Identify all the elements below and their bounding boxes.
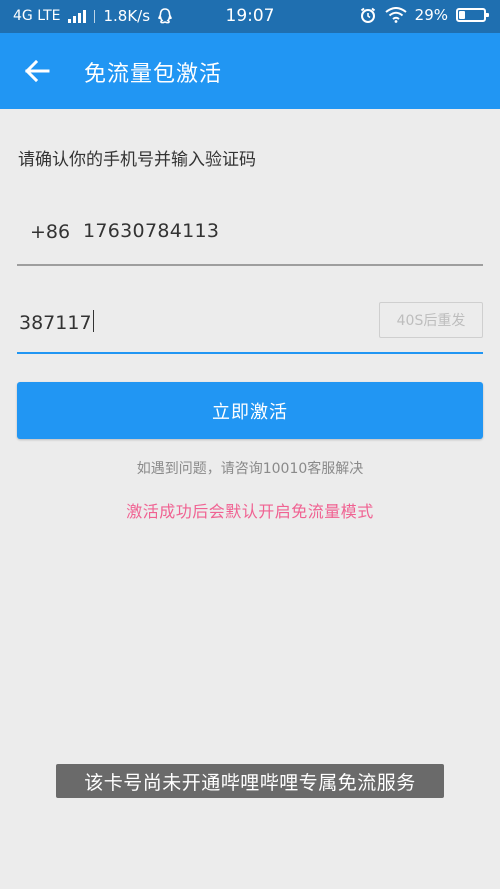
activate-button[interactable]: 立即激活 xyxy=(17,382,483,439)
status-right: 29% xyxy=(359,6,489,24)
back-button[interactable] xyxy=(20,55,56,87)
help-text: 如遇到问题，请咨询10010客服解决 xyxy=(136,461,364,477)
toast-message: 该卡号尚未开通哔哩哔哩专属免流服务 xyxy=(56,764,444,798)
instruction-text: 请确认你的手机号并输入验证码 xyxy=(18,150,256,170)
phone-number-input[interactable]: 17630784113 xyxy=(83,220,219,242)
arrow-left-icon xyxy=(24,59,50,83)
wifi-icon xyxy=(385,7,407,23)
page-title: 免流量包激活 xyxy=(84,62,223,87)
status-bar: 4G LTE 1.8K/s 19:07 29% xyxy=(0,0,500,33)
resend-code-button[interactable]: 40S后重发 xyxy=(379,302,483,338)
verification-code-field[interactable]: 387117 40S后重发 xyxy=(17,296,483,354)
alarm-icon xyxy=(360,7,375,23)
phone-field[interactable]: +86 17630784113 xyxy=(17,210,483,266)
verification-code-input[interactable]: 387117 xyxy=(19,310,94,334)
country-code: +86 xyxy=(30,221,71,243)
text-cursor xyxy=(92,310,94,332)
battery-icon xyxy=(456,8,489,22)
verification-code-value: 387117 xyxy=(19,312,92,334)
battery-percent: 29% xyxy=(414,6,448,24)
notice-text: 激活成功后会默认开启免流量模式 xyxy=(126,502,374,521)
app-bar: 免流量包激活 xyxy=(0,33,500,109)
